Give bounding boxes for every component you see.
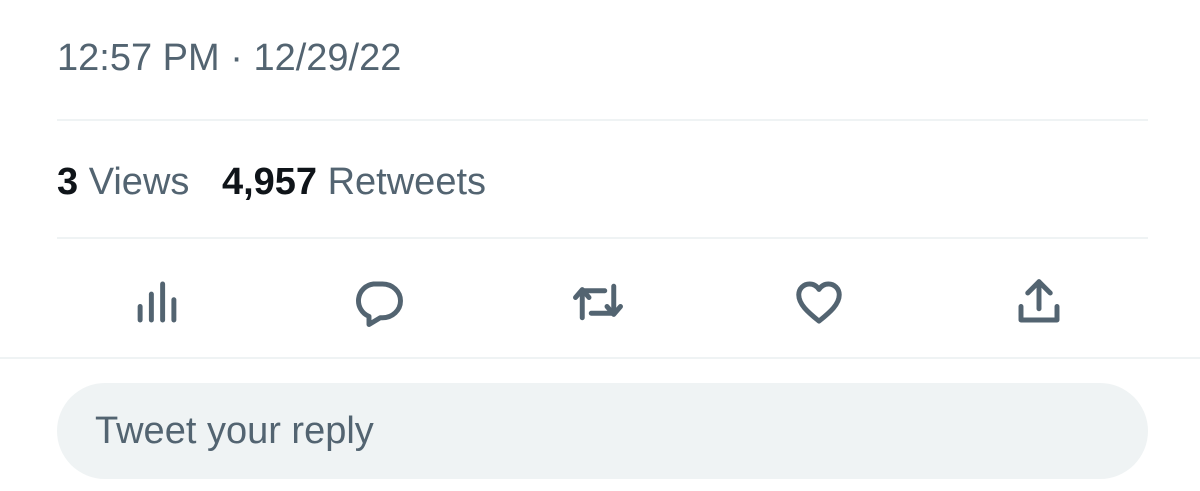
- share-icon: [1018, 279, 1060, 323]
- reply-input[interactable]: [93, 408, 997, 454]
- retweets-label: Retweets: [327, 161, 487, 203]
- retweets-stat[interactable]: 4,957 Retweets: [222, 156, 486, 208]
- analytics-icon: [138, 281, 177, 323]
- tweet-stats: 3 Views 4,957 Retweets: [57, 156, 508, 208]
- reply-composer[interactable]: [57, 383, 1148, 479]
- retweet-icon: [573, 283, 624, 321]
- divider: [0, 357, 1200, 359]
- like-button[interactable]: [781, 264, 857, 340]
- like-icon: [795, 281, 842, 324]
- retweet-button[interactable]: [560, 264, 636, 340]
- analytics-button[interactable]: [119, 264, 195, 340]
- views-count: 3: [57, 161, 79, 203]
- share-button[interactable]: [1001, 264, 1077, 340]
- tweet-time: 12:57 PM: [57, 37, 220, 79]
- reply-icon: [355, 281, 403, 327]
- tweet-timestamp[interactable]: 12:57 PM · 12/29/22: [57, 32, 401, 84]
- reply-button[interactable]: [340, 264, 416, 340]
- tweet-action-bar: [57, 264, 1148, 340]
- views-label: Views: [88, 161, 190, 203]
- retweets-count: 4,957: [221, 161, 318, 203]
- divider: [57, 119, 1148, 121]
- timestamp-separator: ·: [230, 37, 243, 79]
- views-stat: 3 Views: [57, 156, 189, 208]
- divider: [57, 237, 1148, 239]
- tweet-date: 12/29/22: [253, 37, 402, 79]
